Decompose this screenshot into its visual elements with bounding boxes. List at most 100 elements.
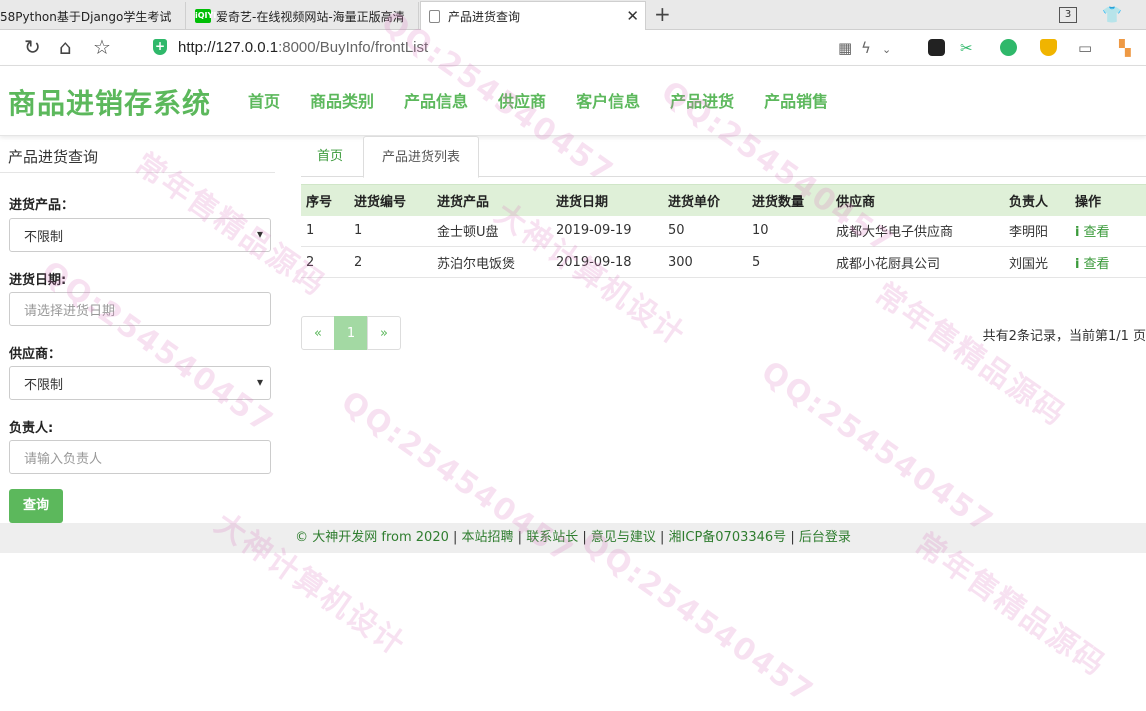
- home-icon[interactable]: ⌂: [59, 36, 72, 58]
- cell-seq: 1: [301, 215, 349, 247]
- page-current-button[interactable]: 1: [334, 316, 368, 350]
- tab-home[interactable]: 首页: [317, 136, 343, 177]
- manager-input-placeholder: 请输入负责人: [24, 451, 103, 467]
- column-header: 进货单价: [663, 184, 747, 216]
- date-label: 进货日期:: [9, 273, 67, 288]
- info-icon: i: [1075, 225, 1080, 241]
- cell-no: 1: [349, 215, 432, 247]
- browser-tab-title: 产品进货查询: [448, 10, 521, 24]
- refresh-icon[interactable]: ↻: [24, 36, 41, 58]
- footer-copyright-link[interactable]: © 大神开发网 from 2020: [295, 530, 449, 545]
- watermark-text: QQ:254540457: [34, 254, 281, 441]
- footer-separator: |: [655, 530, 669, 545]
- cell-price: 300: [663, 246, 747, 278]
- supplier-select[interactable]: 不限制: [9, 366, 271, 400]
- column-header: 供应商: [831, 184, 1004, 216]
- date-input[interactable]: 请选择进货日期: [9, 292, 271, 326]
- watermark-text: QQ:254540457: [754, 354, 1001, 541]
- browser-tab-2[interactable]: iQIYI 爱奇艺-在线视频网站-海量正版高清: [187, 2, 419, 30]
- skin-icon[interactable]: 👕: [1102, 5, 1122, 24]
- shield-icon: +: [153, 39, 167, 55]
- page-next-button[interactable]: »: [367, 316, 401, 350]
- cell-qty: 10: [747, 215, 831, 247]
- chevron-down-icon[interactable]: ⌄: [882, 43, 891, 56]
- divider: [0, 172, 275, 173]
- url-field[interactable]: http://127.0.0.1:8000/BuyInfo/frontList: [178, 39, 428, 56]
- nav-supplier[interactable]: 供应商: [498, 88, 546, 112]
- column-header: 负责人: [1004, 184, 1070, 216]
- footer-link-jobs[interactable]: 本站招聘: [462, 530, 514, 545]
- cell-product: 苏泊尔电饭煲: [432, 246, 551, 278]
- footer-link-icp[interactable]: 湘ICP备0703346号: [669, 530, 787, 545]
- close-icon[interactable]: ✕: [626, 7, 639, 25]
- column-header: 进货日期: [551, 184, 663, 216]
- view-link-label: 查看: [1083, 256, 1110, 272]
- browser-tab-title: 爱奇艺-在线视频网站-海量正版高清: [216, 9, 405, 24]
- browser-tab-active[interactable]: 产品进货查询 ✕: [420, 1, 646, 31]
- site-brand[interactable]: 商品进销存系统: [8, 82, 211, 122]
- cell-supplier: 成都小花厨具公司: [831, 246, 1004, 278]
- nav-category[interactable]: 商品类别: [310, 88, 374, 112]
- cell-action: i 查看: [1070, 246, 1146, 278]
- footer-separator: |: [786, 530, 799, 545]
- pagination: « 1 »: [301, 316, 401, 350]
- nav-home[interactable]: 首页: [248, 88, 280, 112]
- table-row: 1 1 金士顿U盘 2019-09-19 50 10 成都大华电子供应商 李明阳…: [301, 215, 1146, 247]
- site-header: 商品进销存系统 首页 商品类别 产品信息 供应商 客户信息 产品进货 产品销售: [0, 66, 1146, 136]
- manager-input[interactable]: 请输入负责人: [9, 440, 271, 474]
- footer-link-feedback[interactable]: 意见与建议: [591, 530, 656, 545]
- table-row: 2 2 苏泊尔电饭煲 2019-09-18 300 5 成都小花厨具公司 刘国光…: [301, 246, 1146, 278]
- apps-icon[interactable]: ▚: [1119, 39, 1131, 57]
- table-header-row: 序号 进货编号 进货产品 进货日期 进货单价 进货数量 供应商 负责人 操作: [301, 184, 1146, 216]
- column-header: 进货数量: [747, 184, 831, 216]
- column-header: 操作: [1070, 184, 1146, 216]
- footer-separator: |: [448, 530, 462, 545]
- cell-action: i 查看: [1070, 215, 1146, 247]
- cell-date: 2019-09-19: [551, 215, 663, 247]
- url-path: :8000/BuyInfo/frontList: [278, 39, 429, 56]
- view-link[interactable]: i 查看: [1075, 225, 1109, 240]
- manager-label: 负责人:: [9, 421, 54, 436]
- footer-link-contact[interactable]: 联系站长: [526, 530, 578, 545]
- date-input-placeholder: 请选择进货日期: [24, 303, 116, 319]
- column-header: 进货产品: [432, 184, 551, 216]
- nav-purchase[interactable]: 产品进货: [670, 88, 734, 112]
- cell-date: 2019-09-18: [551, 246, 663, 278]
- main-nav: 首页 商品类别 产品信息 供应商 客户信息 产品进货 产品销售: [248, 88, 828, 112]
- qr-icon[interactable]: ▦: [838, 39, 852, 57]
- product-label: 进货产品：: [9, 198, 75, 213]
- product-select[interactable]: 不限制: [9, 218, 271, 252]
- scissors-icon[interactable]: ✂: [960, 39, 973, 57]
- cell-supplier: 成都大华电子供应商: [831, 215, 1004, 247]
- game-icon[interactable]: [928, 39, 945, 56]
- lightning-icon[interactable]: ϟ: [861, 39, 871, 57]
- tab-count-badge[interactable]: 3: [1059, 7, 1077, 23]
- tab-purchase-list[interactable]: 产品进货列表: [363, 136, 479, 178]
- footer-separator: |: [513, 530, 527, 545]
- query-button[interactable]: 查询: [9, 489, 63, 523]
- supplier-select-value: 不限制: [24, 377, 64, 393]
- document-icon: [429, 10, 440, 23]
- star-icon[interactable]: ☆: [93, 36, 111, 58]
- nav-product[interactable]: 产品信息: [404, 88, 468, 112]
- page-info: 共有2条记录，当前第1/1 页: [982, 329, 1146, 344]
- site-footer: © 大神开发网 from 2020 | 本站招聘 | 联系站长 | 意见与建议 …: [0, 523, 1146, 553]
- cell-price: 50: [663, 215, 747, 247]
- nav-sales[interactable]: 产品销售: [764, 88, 828, 112]
- page-prev-button[interactable]: «: [301, 316, 335, 350]
- nav-customer[interactable]: 客户信息: [576, 88, 640, 112]
- coupon-icon[interactable]: [1040, 39, 1057, 56]
- supplier-label: 供应商：: [9, 347, 62, 362]
- translate-icon[interactable]: [1000, 39, 1017, 56]
- new-tab-icon[interactable]: +: [654, 2, 671, 26]
- cell-qty: 5: [747, 246, 831, 278]
- product-select-value: 不限制: [24, 229, 64, 245]
- view-link-label: 查看: [1083, 225, 1110, 241]
- browser-tab-1[interactable]: 58Python基于Django学生考试: [0, 2, 186, 30]
- view-link[interactable]: i 查看: [1075, 257, 1109, 272]
- browser-tab-title: 58Python基于Django学生考试: [0, 9, 172, 24]
- screenshot-icon[interactable]: ▭: [1078, 39, 1092, 57]
- iqiyi-icon: iQIYI: [195, 9, 216, 23]
- footer-link-admin[interactable]: 后台登录: [799, 530, 851, 545]
- list-tabs: 首页 产品进货列表: [301, 136, 1146, 178]
